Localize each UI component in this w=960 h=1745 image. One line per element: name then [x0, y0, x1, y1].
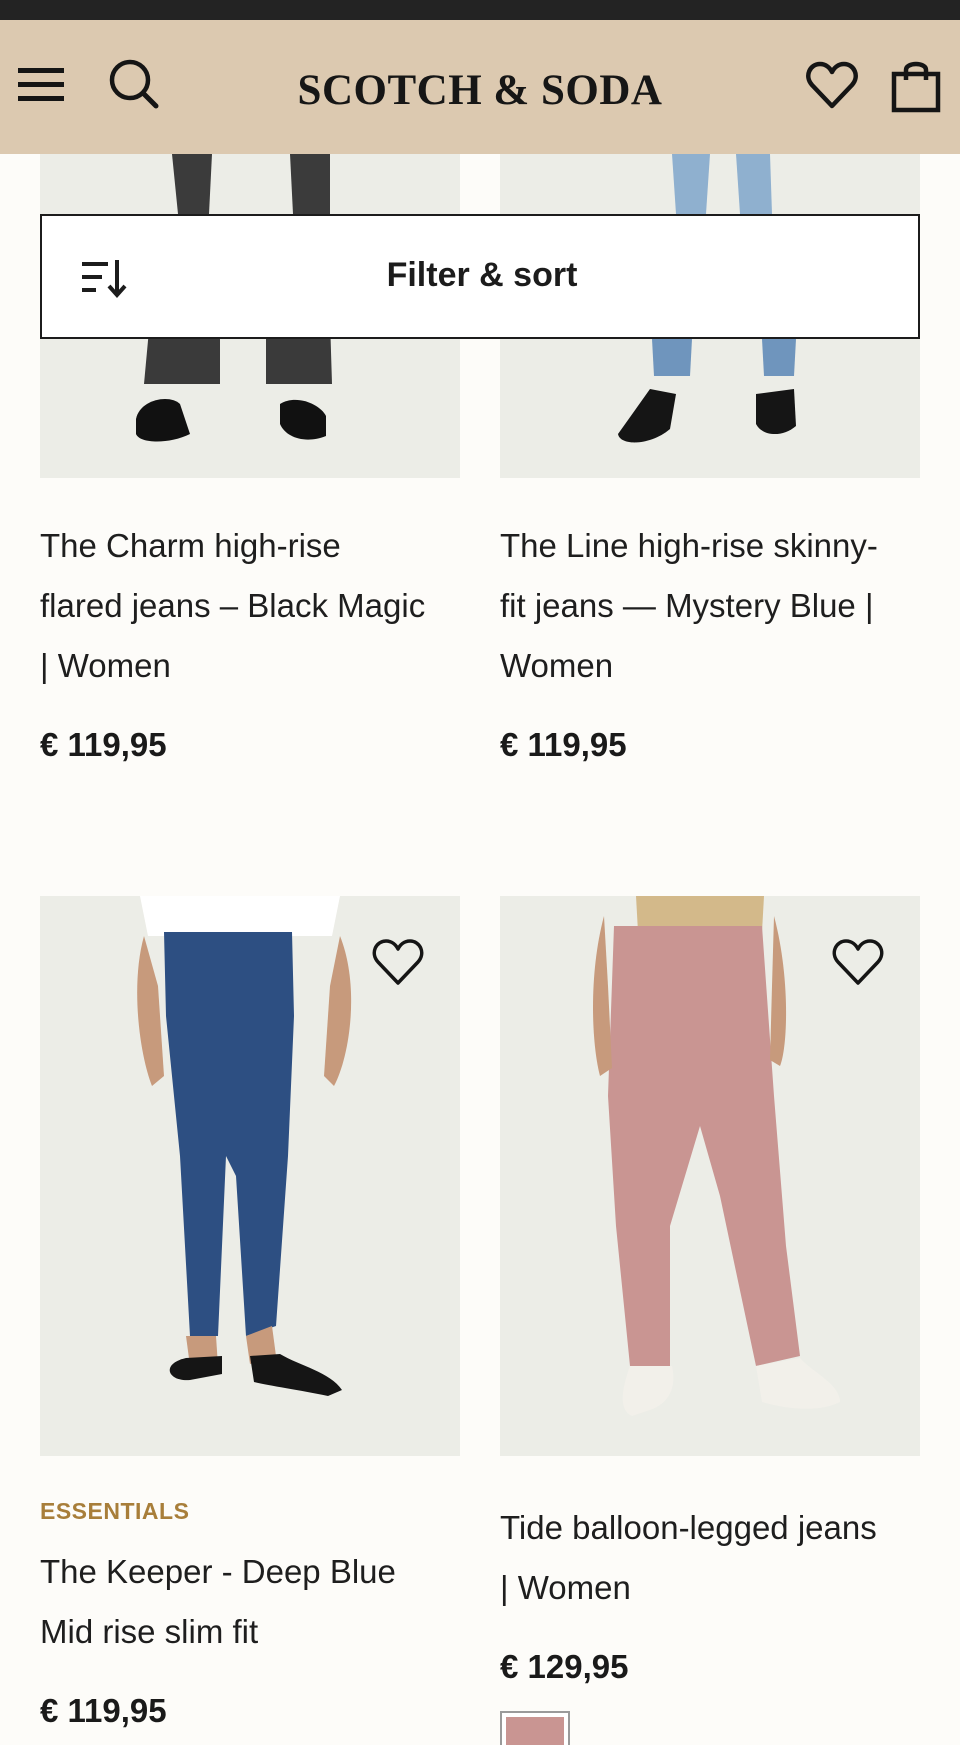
filter-sort-button[interactable]: Filter & sort — [40, 214, 920, 339]
wishlist-heart-icon[interactable] — [370, 936, 426, 988]
product-collection-tag: ESSENTIALS — [40, 1498, 190, 1524]
product-title[interactable]: The Charm high-rise flared jeans – Black… — [40, 516, 460, 696]
wishlist-heart-icon[interactable] — [830, 936, 886, 988]
product-title[interactable]: The Keeper - Deep Blue Mid rise slim fit — [40, 1542, 460, 1662]
product-price: € 119,95 — [40, 726, 167, 763]
color-swatch[interactable] — [500, 1711, 570, 1745]
wishlist-heart-icon[interactable] — [806, 60, 858, 112]
product-title[interactable]: The Line high-rise skinny- fit jeans — M… — [500, 516, 920, 696]
product-card[interactable]: Tide balloon-legged jeans | Women € 129,… — [500, 896, 920, 1745]
product-title[interactable]: Tide balloon-legged jeans | Women — [500, 1498, 920, 1618]
site-header: SCOTCH & SODA — [0, 20, 960, 154]
color-swatch-fill — [506, 1717, 564, 1745]
product-price: € 129,95 — [500, 1648, 629, 1685]
status-bar — [0, 0, 960, 20]
product-price: € 119,95 — [40, 1692, 167, 1729]
product-image[interactable] — [40, 896, 460, 1456]
product-card[interactable]: ESSENTIALS The Keeper - Deep Blue Mid ri… — [40, 896, 460, 1745]
product-price: € 119,95 — [500, 726, 627, 763]
shopping-bag-icon[interactable] — [890, 58, 944, 114]
filter-sort-label: Filter & sort — [386, 256, 578, 294]
product-image[interactable] — [500, 896, 920, 1456]
